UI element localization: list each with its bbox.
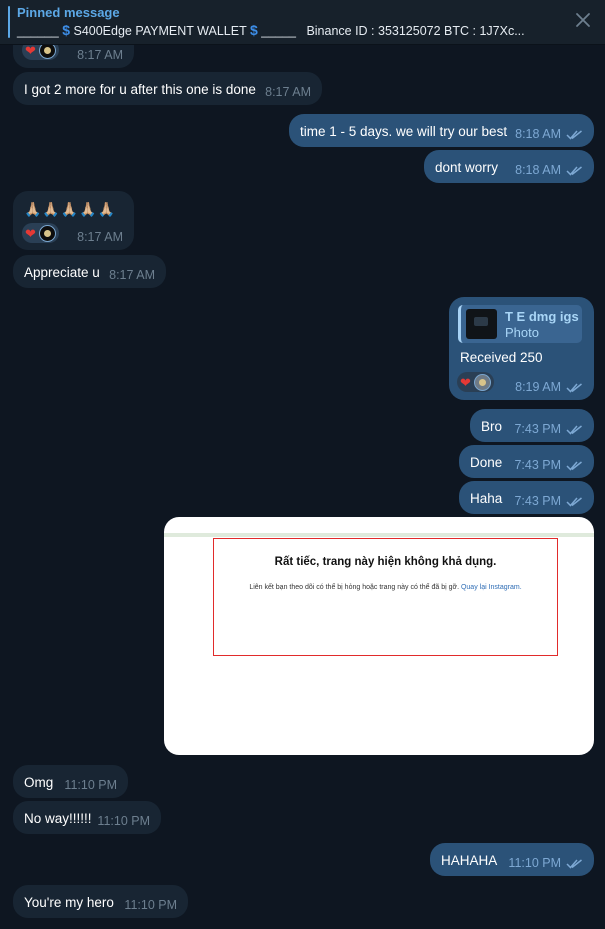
photo-title: Rất tiếc, trang này hiện không khả dụng. xyxy=(274,556,497,568)
outgoing-message[interactable]: Done 7:43 PM xyxy=(459,445,594,478)
reactions[interactable]: ❤ xyxy=(457,372,494,392)
outgoing-message[interactable]: Bro 7:43 PM xyxy=(470,409,594,442)
double-check-icon xyxy=(566,165,582,176)
double-check-icon xyxy=(566,496,582,507)
pinned-underline-2: _____ xyxy=(261,24,297,38)
message-time: 11:10 PM xyxy=(64,778,117,792)
message-text: Omg xyxy=(24,775,54,790)
pinned-details: Binance ID : 353125072 BTC : 1J7Xc... xyxy=(306,24,525,38)
message-time: 8:17 AM xyxy=(265,85,311,99)
message-time: 11:10 PM xyxy=(508,854,583,872)
message-text: Received 250 xyxy=(460,350,543,365)
photo-link: Quay lại Instagram. xyxy=(460,584,522,591)
dollar-icon: $ xyxy=(249,22,258,38)
outgoing-message[interactable]: HAHAHA 11:10 PM xyxy=(430,843,594,876)
incoming-message[interactable]: Appreciate u 8:17 AM xyxy=(13,255,166,288)
highlight-frame: Rất tiếc, trang này hiện không khả dụng.… xyxy=(213,538,558,656)
incoming-message[interactable]: Omg 11:10 PM xyxy=(13,765,128,798)
message-time: 8:17 AM xyxy=(77,48,123,62)
incoming-message[interactable]: I got 2 more for u after this one is don… xyxy=(13,72,322,105)
message-time: 7:43 PM xyxy=(514,456,583,474)
outgoing-message[interactable]: T E dmg igs Photo Received 250 ❤ 8:19 AM xyxy=(449,297,594,400)
close-icon[interactable] xyxy=(573,10,593,30)
message-text: Haha xyxy=(470,491,503,506)
avatar-icon xyxy=(38,224,56,242)
pinned-message-bar[interactable]: Pinned message ______ $ S400Edge PAYMENT… xyxy=(0,0,605,45)
message-text: I got 2 more for u after this one is don… xyxy=(24,82,256,97)
pinned-wallet: S400Edge PAYMENT WALLET xyxy=(73,24,247,38)
message-time: 11:10 PM xyxy=(124,898,177,912)
message-time: 8:18 AM xyxy=(515,161,583,179)
message-emoji: 🙏🏼🙏🏼🙏🏼🙏🏼🙏🏼 xyxy=(24,201,117,217)
heart-icon: ❤ xyxy=(460,374,471,390)
message-time: 11:10 PM xyxy=(97,814,150,828)
message-text: You're my hero xyxy=(24,895,114,910)
message-time: 7:43 PM xyxy=(514,492,583,510)
message-text: Done xyxy=(470,455,503,470)
double-check-icon xyxy=(566,858,582,869)
photo-top-strip xyxy=(164,533,594,537)
message-time: 8:18 AM xyxy=(515,125,583,143)
outgoing-message[interactable]: time 1 - 5 days. we will try our best 8:… xyxy=(289,114,594,147)
message-text: Appreciate u xyxy=(24,265,100,280)
message-text: time 1 - 5 days. we will try our best xyxy=(300,124,508,139)
message-time: 7:43 PM xyxy=(514,420,583,438)
double-check-icon xyxy=(566,460,582,471)
incoming-message[interactable]: No way!!!!!! 11:10 PM xyxy=(13,801,161,834)
pinned-accent-bar xyxy=(8,6,10,38)
message-text: HAHAHA xyxy=(441,853,498,868)
reply-thumbnail xyxy=(466,309,497,339)
incoming-message[interactable]: You're my hero 11:10 PM xyxy=(13,885,188,918)
double-check-icon xyxy=(566,424,582,435)
heart-icon: ❤ xyxy=(25,42,36,58)
heart-icon: ❤ xyxy=(25,225,36,241)
message-text: No way!!!!!! xyxy=(24,811,92,826)
reply-type: Photo xyxy=(505,325,539,340)
outgoing-message[interactable]: dont worry 8:18 AM xyxy=(424,150,594,183)
message-time: 8:17 AM xyxy=(77,230,123,244)
photo-message[interactable]: Rất tiếc, trang này hiện không khả dụng.… xyxy=(164,517,594,755)
message-time: 8:19 AM xyxy=(515,378,583,396)
pinned-title: Pinned message xyxy=(17,5,120,20)
pinned-underline-1: ______ xyxy=(17,24,59,38)
incoming-message[interactable]: 🙏🏼🙏🏼🙏🏼🙏🏼🙏🏼 ❤ 8:17 AM xyxy=(13,191,134,250)
photo-body: Liên kết bạn theo dõi có thể bị hỏng hoặ… xyxy=(249,584,522,591)
reply-preview[interactable]: T E dmg igs Photo xyxy=(458,305,582,343)
message-text: Bro xyxy=(481,419,503,434)
reactions[interactable]: ❤ xyxy=(22,223,59,243)
message-text: dont worry xyxy=(435,160,499,175)
message-time: 8:17 AM xyxy=(109,268,155,282)
pinned-text: ______ $ S400Edge PAYMENT WALLET $ _____… xyxy=(17,22,525,38)
double-check-icon xyxy=(566,382,582,393)
outgoing-message[interactable]: Haha 7:43 PM xyxy=(459,481,594,514)
dollar-icon: $ xyxy=(62,22,70,38)
avatar-icon xyxy=(473,373,491,391)
double-check-icon xyxy=(566,129,582,140)
